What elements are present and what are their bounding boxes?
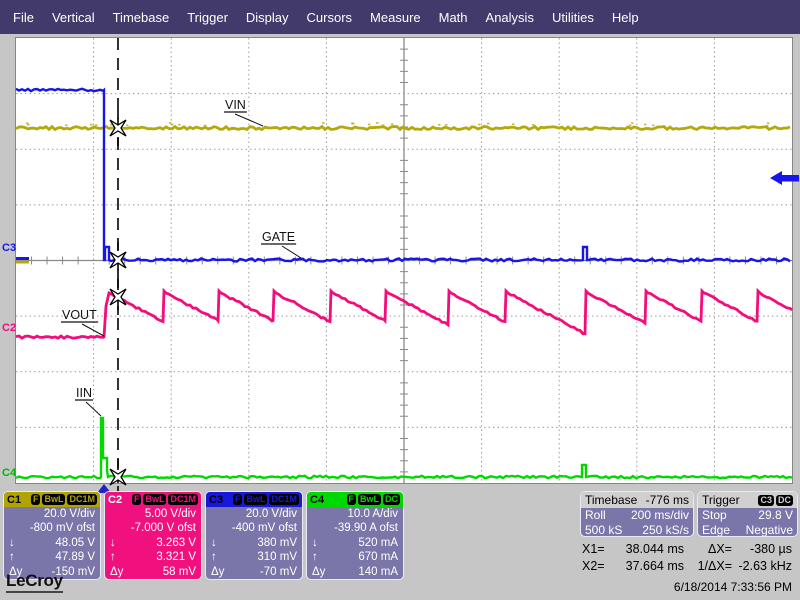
timebase-panel[interactable]: Timebase -776 ms Roll200 ms/div500 kS250… xyxy=(580,491,694,537)
channel-row: Δy-70 mV xyxy=(206,565,302,579)
channel-row: 10.0 A/div xyxy=(307,507,403,521)
badge-f: F xyxy=(132,494,142,505)
wave-label-iin: IIN xyxy=(76,386,92,400)
channel-badges: FBwLDC1M xyxy=(132,494,198,505)
wave-label-vin: VIN xyxy=(225,98,246,112)
channel-row: ↓48.05 V xyxy=(4,536,100,550)
channel-row: -800 mV ofst xyxy=(4,521,100,535)
channel-row: -7.000 V ofst xyxy=(105,521,201,535)
datetime: 6/18/2014 7:33:56 PM xyxy=(674,580,792,594)
badge-bwl: BwL xyxy=(143,494,166,505)
menu-math[interactable]: Math xyxy=(430,10,477,25)
channel-row: ↓380 mV xyxy=(206,536,302,550)
badge-dc: DC xyxy=(776,495,793,506)
lecroy-logo: LeCroy xyxy=(6,571,63,593)
badge-f: F xyxy=(233,494,243,505)
channel-row: ↑47.89 V xyxy=(4,550,100,564)
channel-row: ↓3.263 V xyxy=(105,536,201,550)
badge-dc1m: DC1M xyxy=(168,494,198,505)
badge-dc: DC xyxy=(383,494,400,505)
channel-id-c2: C2 xyxy=(108,494,122,506)
channel-box-c2[interactable]: C2 FBwLDC1M 5.00 V/div-7.000 V ofst↓3.263 … xyxy=(104,491,202,580)
channel-row: ↓520 mA xyxy=(307,536,403,550)
channel-row: ↑3.321 V xyxy=(105,550,201,564)
menu-measure[interactable]: Measure xyxy=(361,10,430,25)
channel-row: 20.0 V/div xyxy=(4,507,100,521)
badge-f: F xyxy=(347,494,357,505)
cursor-readout-row: X2=37.664 ms1/ΔX=-2.63 kHz xyxy=(582,558,794,575)
trigger-source-badges: C3DC xyxy=(758,495,793,506)
channel-id-c1: C1 xyxy=(7,494,21,506)
menu-file[interactable]: File xyxy=(4,10,43,25)
edge-label-c3: C3 xyxy=(2,242,16,254)
edge-label-c4: C4 xyxy=(2,467,16,479)
channel-row: 5.00 V/div xyxy=(105,507,201,521)
menu-trigger[interactable]: Trigger xyxy=(178,10,237,25)
channel-row: Δy140 mA xyxy=(307,565,403,579)
badge-f: F xyxy=(31,494,41,505)
menu-timebase[interactable]: Timebase xyxy=(104,10,179,25)
panel-row: Roll200 ms/div xyxy=(581,508,693,523)
trigger-panel[interactable]: Trigger C3DC Stop29.8 VEdgeNegative xyxy=(697,491,798,537)
panel-row: 500 kS250 kS/s xyxy=(581,523,693,538)
badge-c3: C3 xyxy=(758,495,774,506)
menu-cursors[interactable]: Cursors xyxy=(298,10,362,25)
oscilloscope-screen: FileVerticalTimebaseTriggerDisplayCursor… xyxy=(0,0,800,600)
cursor-readout: X1=38.044 msΔX=-380 µsX2=37.664 ms1/ΔX=-… xyxy=(582,541,794,574)
timebase-title: Timebase xyxy=(585,493,637,507)
badge-dc1m: DC1M xyxy=(269,494,299,505)
trace-vin xyxy=(16,127,790,130)
channel-id-c4: C4 xyxy=(310,494,324,506)
menu-analysis[interactable]: Analysis xyxy=(477,10,543,25)
menu-utilities[interactable]: Utilities xyxy=(543,10,603,25)
channel-box-c4[interactable]: C4 FBwLDC 10.0 A/div-39.90 A ofst↓520 mA↑6… xyxy=(306,491,404,580)
channel-row: 20.0 V/div xyxy=(206,507,302,521)
panel-row: EdgeNegative xyxy=(698,523,797,538)
panel-row: Stop29.8 V xyxy=(698,508,797,523)
waveform-display[interactable]: VIN GATE VOUT IIN xyxy=(15,37,793,484)
edge-label-c2: C2 xyxy=(2,322,16,334)
channel-id-c3: C3 xyxy=(209,494,223,506)
channel-box-c1[interactable]: C1 FBwLDC1M 20.0 V/div-800 mV ofst↓48.05 V… xyxy=(3,491,101,580)
channel-row: -39.90 A ofst xyxy=(307,521,403,535)
menu-help[interactable]: Help xyxy=(603,10,648,25)
trace-gate xyxy=(16,89,790,262)
menu-display[interactable]: Display xyxy=(237,10,298,25)
channel-badges: FBwLDC1M xyxy=(31,494,97,505)
menu-bar: FileVerticalTimebaseTriggerDisplayCursor… xyxy=(0,0,800,34)
channel-box-c3[interactable]: C3 FBwLDC1M 20.0 V/div-400 mV ofst↓380 mV↑… xyxy=(205,491,303,580)
badge-bwl: BwL xyxy=(358,494,381,505)
trigger-level-arrow[interactable] xyxy=(769,170,799,186)
channel-row: ↑310 mV xyxy=(206,550,302,564)
badge-bwl: BwL xyxy=(244,494,267,505)
menu-vertical[interactable]: Vertical xyxy=(43,10,104,25)
badge-bwl: BwL xyxy=(42,494,65,505)
wave-label-gate: GATE xyxy=(262,230,295,244)
channel-row: -400 mV ofst xyxy=(206,521,302,535)
channel-row: ↑670 mA xyxy=(307,550,403,564)
waveform-grid: VIN GATE VOUT IIN xyxy=(16,38,792,483)
trigger-title: Trigger xyxy=(702,493,740,507)
badge-dc1m: DC1M xyxy=(67,494,97,505)
channel-badges: FBwLDC xyxy=(347,494,401,505)
channel-row: Δy58 mV xyxy=(105,565,201,579)
wave-label-vout: VOUT xyxy=(62,308,97,322)
cursor-readout-row: X1=38.044 msΔX=-380 µs xyxy=(582,541,794,558)
timebase-offset: -776 ms xyxy=(646,493,689,507)
channel-badges: FBwLDC1M xyxy=(233,494,299,505)
